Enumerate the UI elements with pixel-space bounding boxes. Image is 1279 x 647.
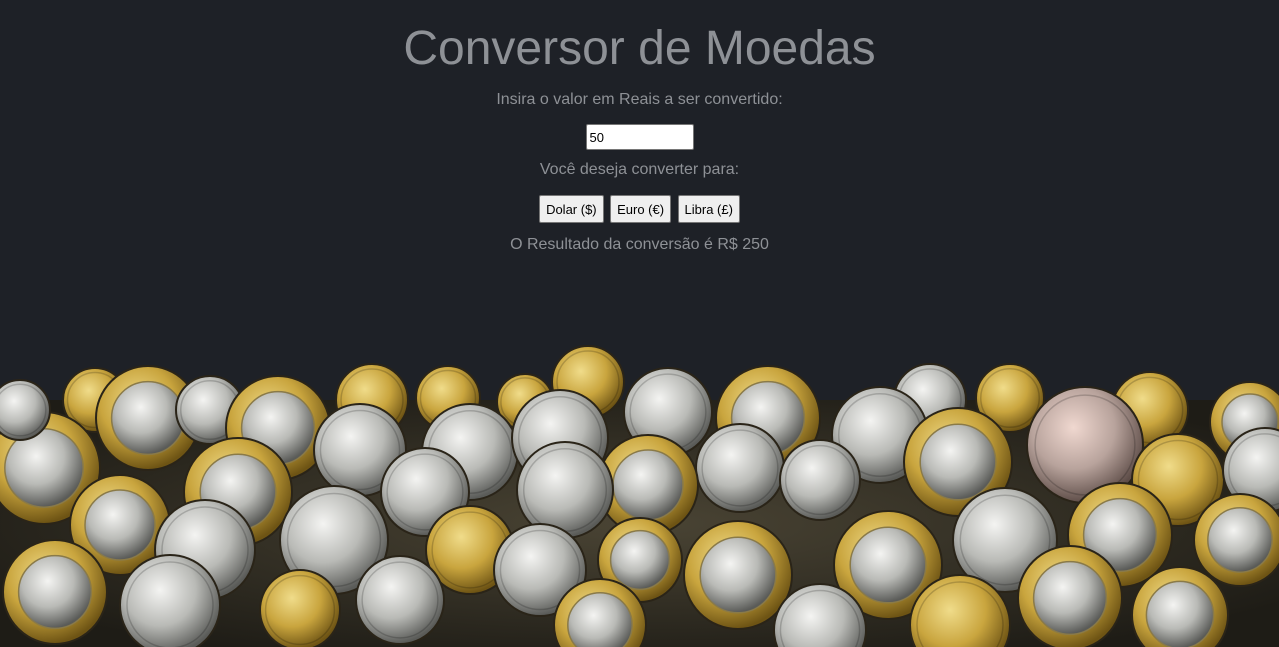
coin-46 <box>355 555 445 645</box>
coin-41 <box>1193 493 1279 587</box>
dollar-button[interactable]: Dolar ($) <box>539 195 604 223</box>
euro-button[interactable]: Euro (€) <box>610 195 672 223</box>
coin-30 <box>779 439 861 521</box>
currency-buttons: Dolar ($) Euro (€) Libra (£) <box>0 195 1279 223</box>
coin-37 <box>683 520 793 630</box>
coin-24 <box>695 423 785 513</box>
converter-panel: Conversor de Moedas Insira o valor em Re… <box>0 0 1279 255</box>
coin-29 <box>516 441 614 539</box>
coin-45 <box>259 569 341 647</box>
coin-42 <box>1017 545 1123 647</box>
coin-43 <box>2 539 108 645</box>
amount-prompt: Insira o valor em Reais a ser convertido… <box>496 91 783 108</box>
page-title: Conversor de Moedas <box>403 22 876 75</box>
page: Conversor de Moedas Insira o valor em Re… <box>0 0 1279 647</box>
convert-prompt: Você deseja converter para: <box>539 161 740 178</box>
pound-button[interactable]: Libra (£) <box>677 195 740 223</box>
amount-input-wrapper <box>0 124 1279 150</box>
coins-pile-image <box>0 345 1279 647</box>
amount-input[interactable] <box>585 124 694 150</box>
coin-16 <box>0 379 51 441</box>
coin-44 <box>119 554 221 647</box>
conversion-result: O Resultado da conversão é R$ 250 <box>510 236 769 253</box>
